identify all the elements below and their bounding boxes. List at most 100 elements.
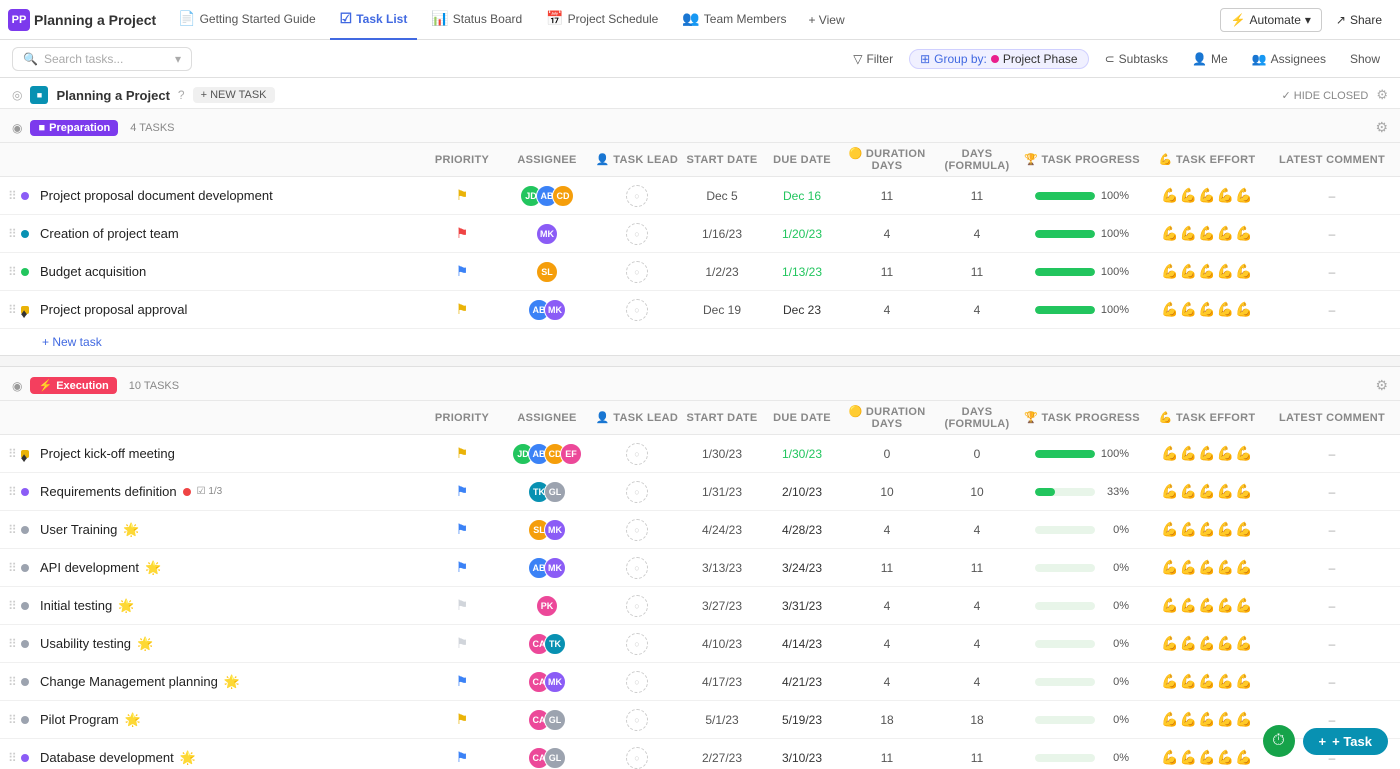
execution-badge[interactable]: ⚡ Execution <box>30 377 116 394</box>
priority-cell[interactable]: ⚑ <box>422 559 502 576</box>
tab-task-list[interactable]: ☑ Task List <box>330 0 418 40</box>
priority-cell[interactable]: ⚑ <box>422 749 502 766</box>
priority-cell[interactable]: ⚑ <box>422 445 502 462</box>
avatar: MK <box>544 299 566 321</box>
task-name[interactable]: Database development 🌟 <box>40 750 422 766</box>
tab-getting-started[interactable]: 📄 Getting Started Guide <box>168 0 326 40</box>
preparation-collapse-btn[interactable]: ◉ <box>12 121 22 135</box>
task-name[interactable]: Project proposal document development <box>40 188 422 203</box>
priority-cell[interactable]: ⚑ <box>422 673 502 690</box>
priority-cell[interactable]: ⚑ <box>422 187 502 204</box>
drag-handle-icon[interactable]: ⠿ <box>8 637 17 651</box>
drag-handle-icon[interactable]: ⠿ <box>8 447 17 461</box>
assignees-button[interactable]: 👥 Assignees <box>1244 49 1334 69</box>
assignee-cell[interactable]: AB MK <box>502 299 592 321</box>
assignee-cell[interactable]: JD AB CD <box>502 185 592 207</box>
assignee-cell[interactable]: SL MK <box>502 519 592 541</box>
assignee-cell[interactable]: TK GL <box>502 481 592 503</box>
preparation-add-icon[interactable]: ⚙ <box>1375 119 1388 136</box>
group-by-pill[interactable]: ⊞ Group by: Project Phase <box>909 49 1088 69</box>
task-lead-cell[interactable]: ○ <box>592 299 682 321</box>
task-name[interactable]: Pilot Program 🌟 <box>40 712 422 728</box>
drag-handle-icon[interactable]: ⠿ <box>8 675 17 689</box>
drag-handle-icon[interactable]: ⠿ <box>8 265 17 279</box>
new-task-button[interactable]: + NEW TASK <box>193 87 275 103</box>
priority-cell[interactable]: ⚑ <box>422 597 502 614</box>
priority-cell[interactable]: ⚑ <box>422 263 502 280</box>
show-button[interactable]: Show <box>1342 49 1388 69</box>
drag-handle-icon[interactable]: ⠿ <box>8 561 17 575</box>
task-lead-cell[interactable]: ○ <box>592 223 682 245</box>
priority-cell[interactable]: ⚑ <box>422 711 502 728</box>
assignee-cell[interactable]: MK <box>502 223 592 245</box>
task-lead-cell[interactable]: ○ <box>592 747 682 769</box>
priority-cell[interactable]: ⚑ <box>422 483 502 500</box>
plus-view-btn[interactable]: + View <box>800 9 852 31</box>
task-indent: ⠿ <box>8 523 40 537</box>
task-name[interactable]: API development 🌟 <box>40 560 422 576</box>
settings-icon[interactable]: ⚙ <box>1376 87 1388 103</box>
priority-cell[interactable]: ⚑ <box>422 635 502 652</box>
task-name[interactable]: Budget acquisition <box>40 264 422 279</box>
avatar: GL <box>544 747 566 769</box>
task-lead-cell[interactable]: ○ <box>592 443 682 465</box>
timer-fab-button[interactable]: ⏱ <box>1263 725 1295 757</box>
task-lead-cell[interactable]: ○ <box>592 595 682 617</box>
drag-handle-icon[interactable]: ⠿ <box>8 227 17 241</box>
add-task-fab-button[interactable]: + + Task <box>1303 728 1388 755</box>
planning-collapse-icon[interactable]: ◎ <box>12 88 22 102</box>
preparation-new-task[interactable]: + New task <box>0 329 1400 355</box>
task-lead-cell[interactable]: ○ <box>592 709 682 731</box>
priority-cell[interactable]: ⚑ <box>422 225 502 242</box>
execution-add-icon[interactable]: ⚙ <box>1375 377 1388 394</box>
assignee-cell[interactable]: CA MK <box>502 671 592 693</box>
filter-button[interactable]: ▽ Filter <box>845 49 901 69</box>
preparation-badge[interactable]: ■ Preparation <box>30 120 118 136</box>
share-button[interactable]: ↗ Share <box>1326 9 1392 31</box>
effort-cell: 💪 💪 💪 💪 💪 <box>1142 263 1272 280</box>
search-box[interactable]: 🔍 Search tasks... ▾ <box>12 47 192 71</box>
task-name[interactable]: Change Management planning 🌟 <box>40 674 422 690</box>
priority-cell[interactable]: ⚑ <box>422 301 502 318</box>
drag-handle-icon[interactable]: ⠿ <box>8 303 17 317</box>
drag-handle-icon[interactable]: ⠿ <box>8 523 17 537</box>
assignee-cell[interactable]: CA GL <box>502 709 592 731</box>
question-mark-icon[interactable]: ? <box>178 88 185 102</box>
assignee-cell[interactable]: CA GL <box>502 747 592 769</box>
task-name[interactable]: Requirements definition ☑ 1/3 <box>40 484 422 499</box>
assignee-cell[interactable]: JD AB CD EF <box>502 443 592 465</box>
drag-handle-icon[interactable]: ⠿ <box>8 599 17 613</box>
drag-handle-icon[interactable]: ⠿ <box>8 189 17 203</box>
execution-collapse-btn[interactable]: ◉ <box>12 379 22 393</box>
hide-closed-button[interactable]: ✓ HIDE CLOSED <box>1281 89 1368 102</box>
task-lead-cell[interactable]: ○ <box>592 185 682 207</box>
priority-cell[interactable]: ⚑ <box>422 521 502 538</box>
task-name[interactable]: Project proposal approval <box>40 302 422 317</box>
task-lead-cell[interactable]: ○ <box>592 519 682 541</box>
task-name[interactable]: User Training 🌟 <box>40 522 422 538</box>
effort-cell: 💪 💪 💪 💪 💪 <box>1142 225 1272 242</box>
task-name[interactable]: Creation of project team <box>40 226 422 241</box>
task-name[interactable]: Project kick-off meeting <box>40 446 422 461</box>
task-name[interactable]: Initial testing 🌟 <box>40 598 422 614</box>
assignee-cell[interactable]: SL <box>502 261 592 283</box>
task-lead-cell[interactable]: ○ <box>592 261 682 283</box>
tab-status-board[interactable]: 📊 Status Board <box>421 0 532 40</box>
tab-project-schedule[interactable]: 📅 Project Schedule <box>536 0 668 40</box>
automate-button[interactable]: ⚡ Automate ▾ <box>1220 8 1322 32</box>
drag-handle-icon[interactable]: ⠿ <box>8 713 17 727</box>
me-button[interactable]: 👤 Me <box>1184 49 1236 69</box>
subtasks-button[interactable]: ⊂ Subtasks <box>1097 49 1176 69</box>
assignee-cell[interactable]: CA TK <box>502 633 592 655</box>
task-lead-cell[interactable]: ○ <box>592 633 682 655</box>
task-lead-cell[interactable]: ○ <box>592 557 682 579</box>
task-lead-cell[interactable]: ○ <box>592 671 682 693</box>
tab-team-members[interactable]: 👥 Team Members <box>672 0 796 40</box>
drag-handle-icon[interactable]: ⠿ <box>8 485 17 499</box>
task-lead-cell[interactable]: ○ <box>592 481 682 503</box>
task-name[interactable]: Usability testing 🌟 <box>40 636 422 652</box>
drag-handle-icon[interactable]: ⠿ <box>8 751 17 765</box>
assignee-cell[interactable]: AB MK <box>502 557 592 579</box>
assignee-cell[interactable]: PK <box>502 595 592 617</box>
days-formula-cell: 4 <box>932 599 1022 613</box>
